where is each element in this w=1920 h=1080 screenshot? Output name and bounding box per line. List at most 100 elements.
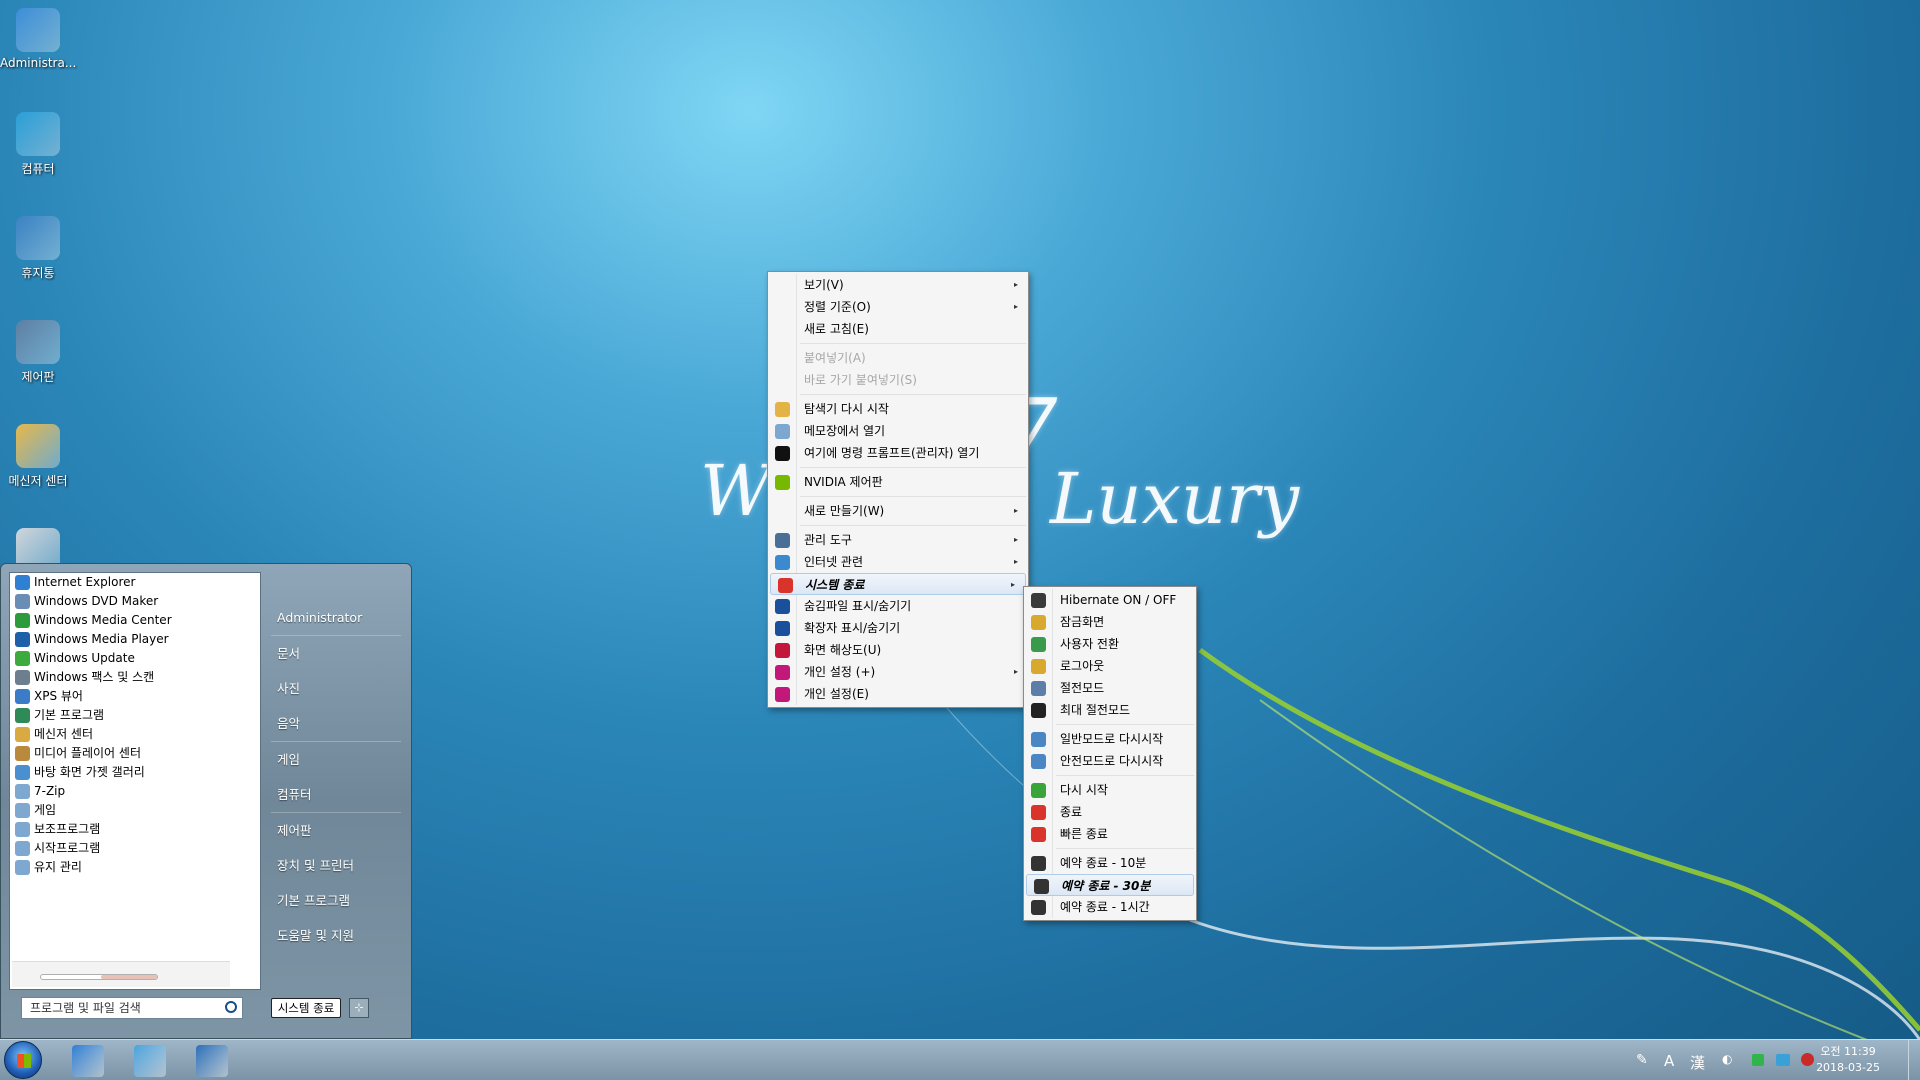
menu-item-label: 탐색기 다시 시작: [804, 402, 889, 416]
menu-item[interactable]: 안전모드로 다시시작: [1024, 750, 1196, 772]
menu-item[interactable]: 최대 절전모드: [1024, 699, 1196, 721]
media-player-taskbar-icon[interactable]: [196, 1045, 228, 1077]
start-right-item[interactable]: 장치 및 프린터: [263, 848, 409, 883]
program-item[interactable]: XPS 뷰어: [10, 687, 260, 706]
start-right-item[interactable]: 사진: [263, 671, 409, 706]
desktop-icon[interactable]: 컴퓨터: [0, 112, 76, 177]
program-label: Windows Media Player: [34, 632, 169, 646]
sleep-icon: [1031, 681, 1046, 696]
menu-item-label: 정렬 기준(O): [804, 300, 871, 314]
shutdown-options-arrow[interactable]: ⊹: [349, 998, 369, 1018]
menu-item[interactable]: 사용자 전환: [1024, 633, 1196, 655]
shutdown-icon: [1031, 805, 1046, 820]
network-icon[interactable]: ✎: [1636, 1052, 1648, 1068]
menu-item[interactable]: 새로 만들기(W) ▸: [768, 500, 1028, 522]
start-right-item[interactable]: Administrator: [263, 600, 409, 635]
desktop-icon[interactable]: 메신저 센터: [0, 424, 76, 489]
menu-item[interactable]: 로그아웃: [1024, 655, 1196, 677]
start-right-item[interactable]: 도움말 및 지원: [263, 918, 409, 953]
program-item[interactable]: 게임: [10, 801, 260, 820]
program-item[interactable]: 유지 관리: [10, 858, 260, 877]
search-placeholder: 프로그램 및 파일 검색: [30, 1001, 141, 1015]
scroll-track[interactable]: [40, 974, 158, 980]
desktop-context-menu: 보기(V) ▸ 정렬 기준(O) ▸ 새로 고침(E) 붙여넣기(A) 바로 가기 붙여넣기…: [767, 271, 1029, 708]
program-item[interactable]: Windows DVD Maker: [10, 592, 260, 611]
program-item[interactable]: 바탕 화면 가젯 갤러리: [10, 763, 260, 782]
program-item[interactable]: Internet Explorer: [10, 573, 260, 592]
menu-item[interactable]: 탐색기 다시 시작: [768, 398, 1028, 420]
menu-item[interactable]: 예약 종료 - 30분: [1026, 874, 1194, 896]
menu-item[interactable]: 다시 시작: [1024, 779, 1196, 801]
search-input[interactable]: 프로그램 및 파일 검색: [21, 997, 243, 1019]
program-item[interactable]: Windows Media Player: [10, 630, 260, 649]
menu-item-label: 확장자 표시/숨기기: [804, 621, 901, 635]
start-right-item[interactable]: 게임: [263, 742, 409, 777]
program-item[interactable]: Windows Media Center: [10, 611, 260, 630]
menu-item[interactable]: 새로 고침(E): [768, 318, 1028, 340]
menu-item[interactable]: 일반모드로 다시시작: [1024, 728, 1196, 750]
menu-item[interactable]: 확장자 표시/숨기기: [768, 617, 1028, 639]
start-right-item[interactable]: 기본 프로그램: [263, 883, 409, 918]
menu-item[interactable]: 예약 종료 - 1시간: [1024, 896, 1196, 918]
show-desktop-button[interactable]: [1908, 1040, 1920, 1080]
program-item[interactable]: Windows Update: [10, 649, 260, 668]
menu-item[interactable]: 개인 설정 (+) ▸: [768, 661, 1028, 683]
start-right-item[interactable]: 컴퓨터: [263, 777, 409, 812]
menu-item[interactable]: 메모장에서 열기: [768, 420, 1028, 442]
ie-taskbar-icon[interactable]: [72, 1045, 104, 1077]
desktop-icon-label: Administra...: [0, 56, 77, 70]
libraries-taskbar-icon[interactable]: [134, 1045, 166, 1077]
search-icon[interactable]: [225, 1001, 237, 1013]
submenu-arrow-icon: ▸: [1013, 506, 1018, 515]
display-icon[interactable]: [1776, 1054, 1790, 1066]
programs-scrollbar[interactable]: [12, 961, 230, 987]
shutdown-button[interactable]: 시스템 종료: [271, 998, 341, 1018]
personalize-plus-icon: [775, 665, 790, 680]
program-item[interactable]: 보조프로그램: [10, 820, 260, 839]
folder-icon: [15, 822, 30, 837]
scroll-thumb[interactable]: [101, 975, 157, 979]
power-tray-icon[interactable]: [1801, 1053, 1814, 1066]
menu-item-label: NVIDIA 제어판: [804, 475, 883, 489]
program-item[interactable]: 시작프로그램: [10, 839, 260, 858]
menu-item[interactable]: 종료: [1024, 801, 1196, 823]
desktop-icon[interactable]: 제어판: [0, 320, 76, 385]
menu-item[interactable]: 절전모드: [1024, 677, 1196, 699]
messenger-folder-icon: [16, 424, 60, 468]
start-right-item[interactable]: 문서: [263, 636, 409, 671]
program-item[interactable]: 메신저 센터: [10, 725, 260, 744]
menu-item-label: 개인 설정 (+): [804, 665, 876, 679]
menu-item[interactable]: 보기(V) ▸: [768, 274, 1028, 296]
system-clock[interactable]: 오전 11:39 2018-03-25: [1816, 1044, 1880, 1076]
menu-item[interactable]: 잠금화면: [1024, 611, 1196, 633]
menu-item[interactable]: 빠른 종료: [1024, 823, 1196, 845]
menu-item[interactable]: 개인 설정(E): [768, 683, 1028, 705]
recycle-bin-icon: [16, 216, 60, 260]
menu-item[interactable]: 예약 종료 - 10분: [1024, 852, 1196, 874]
desktop-icon[interactable]: Administra...: [0, 8, 76, 70]
menu-item[interactable]: 시스템 종료 ▸: [770, 573, 1026, 595]
start-button[interactable]: [4, 1041, 42, 1079]
menu-item[interactable]: Hibernate ON / OFF: [1024, 589, 1196, 611]
program-item[interactable]: 미디어 플레이어 센터: [10, 744, 260, 763]
menu-item[interactable]: NVIDIA 제어판: [768, 471, 1028, 493]
ime-mode-indicator[interactable]: A: [1664, 1052, 1674, 1070]
program-item[interactable]: Windows 팩스 및 스캔: [10, 668, 260, 687]
menu-item[interactable]: 관리 도구 ▸: [768, 529, 1028, 551]
program-item[interactable]: 기본 프로그램: [10, 706, 260, 725]
menu-item[interactable]: 여기에 명령 프롬프트(관리자) 열기: [768, 442, 1028, 464]
menu-item-label: 인터넷 관련: [804, 555, 864, 569]
start-right-item[interactable]: 제어판: [263, 813, 409, 848]
menu-item[interactable]: 정렬 기준(O) ▸: [768, 296, 1028, 318]
hanja-indicator[interactable]: 漢: [1690, 1052, 1705, 1073]
program-item[interactable]: 7-Zip: [10, 782, 260, 801]
menu-item[interactable]: 인터넷 관련 ▸: [768, 551, 1028, 573]
menu-item-label: 바로 가기 붙여넣기(S): [804, 373, 917, 387]
start-right-item[interactable]: 음악: [263, 706, 409, 741]
menu-item[interactable]: 화면 해상도(U): [768, 639, 1028, 661]
menu-item-label: 새로 고침(E): [804, 322, 869, 336]
tray-app-icon[interactable]: [1752, 1054, 1764, 1066]
desktop-icon[interactable]: 휴지통: [0, 216, 76, 281]
menu-item[interactable]: 숨김파일 표시/숨기기: [768, 595, 1028, 617]
toggle-icon[interactable]: ◐: [1722, 1052, 1732, 1066]
